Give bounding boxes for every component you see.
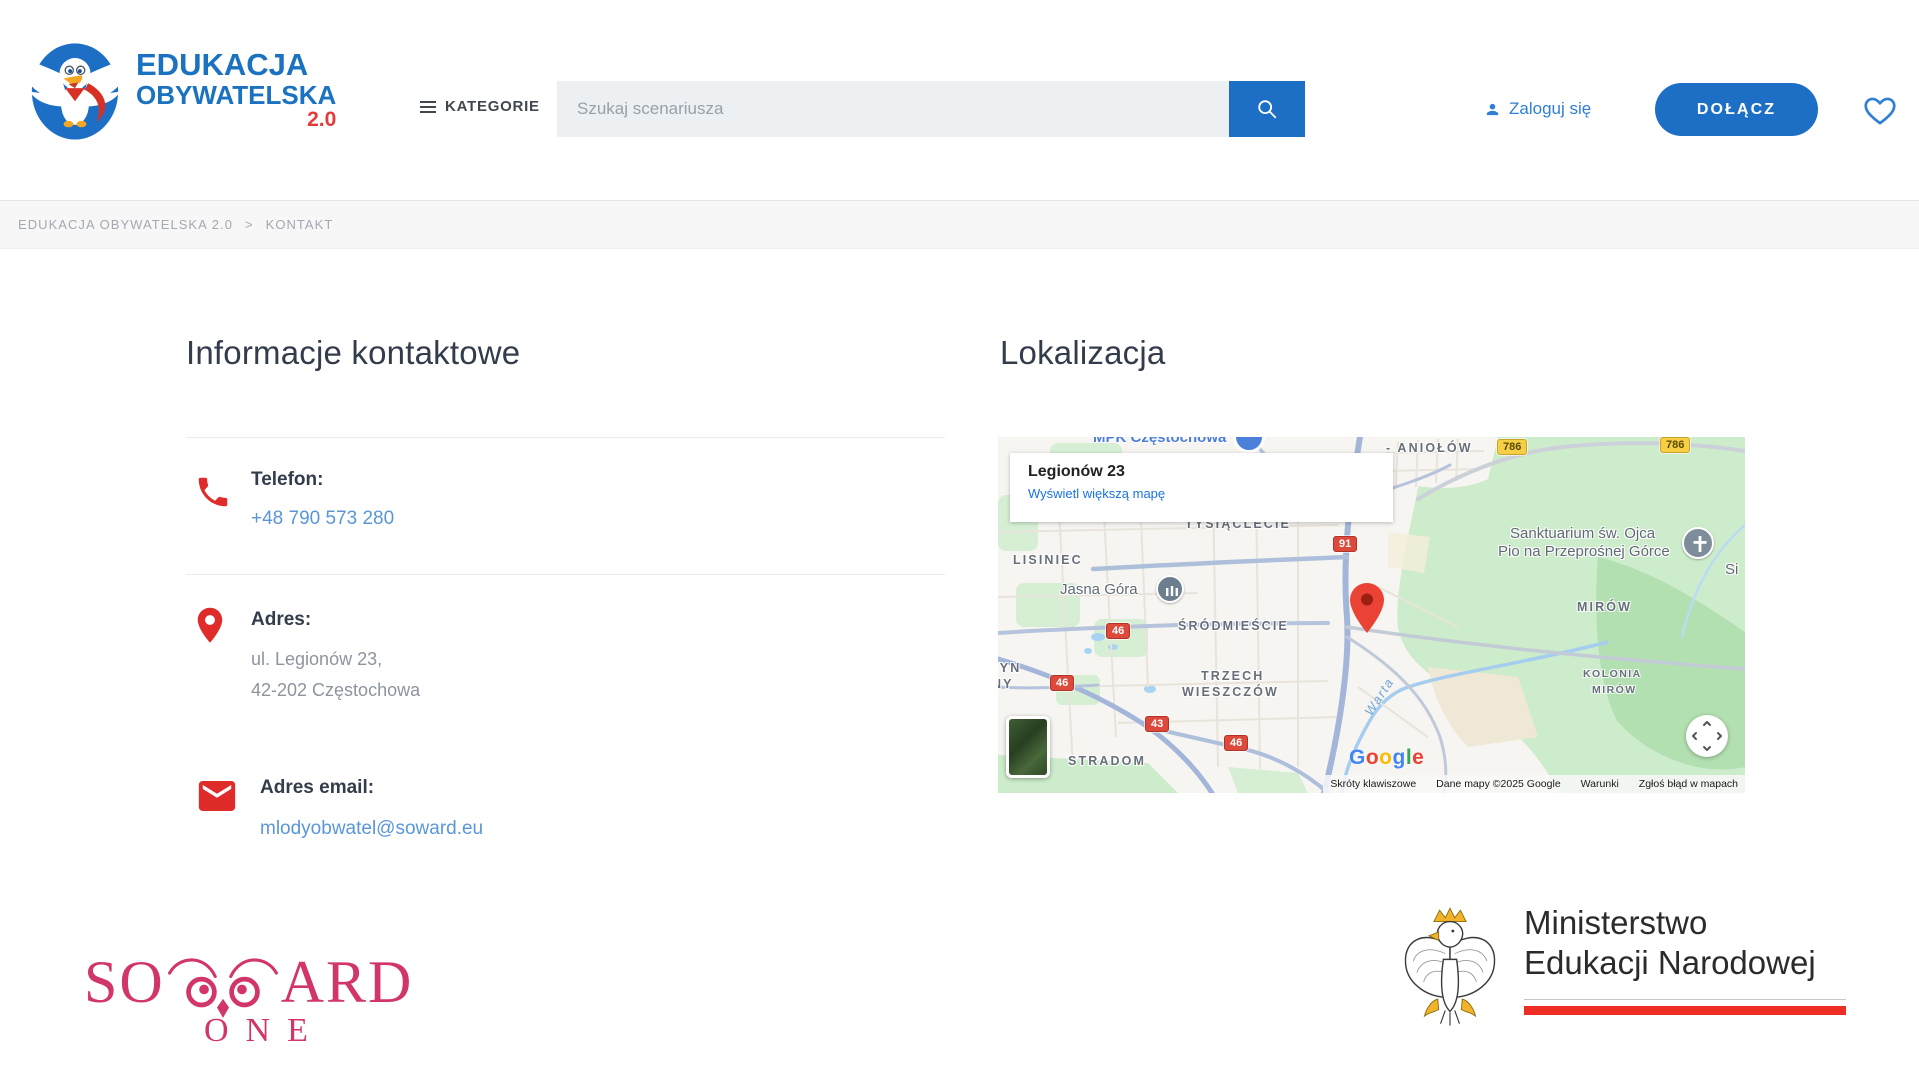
keyboard-shortcuts-link[interactable]: Skróty klawiszowe <box>1330 778 1416 790</box>
google-map-embed[interactable]: MPK Częstochowa Legionów 23 Wyświetl wię… <box>998 437 1745 793</box>
church-poi-icon <box>1682 527 1714 559</box>
search-input[interactable] <box>557 81 1229 137</box>
map-label-kolonia-mirow: MIRÓW <box>1592 683 1637 698</box>
map-label-stradom: STRADOM <box>1068 754 1146 768</box>
route-badge-43: 43 <box>1145 716 1169 732</box>
google-letter: G <box>1349 746 1366 769</box>
address-line2: 42-202 Częstochowa <box>251 680 420 701</box>
email-icon <box>198 781 236 811</box>
login-label: Zaloguj się <box>1509 99 1591 119</box>
map-label-ny: NY <box>998 677 1014 691</box>
map-marker-icon[interactable] <box>1350 583 1384 633</box>
ministry-line1: Ministerstwo <box>1524 903 1846 943</box>
terms-link[interactable]: Warunki <box>1581 778 1619 790</box>
heart-icon <box>1860 91 1900 129</box>
google-logo[interactable]: Google <box>1349 746 1424 770</box>
categories-label: KATEGORIE <box>445 98 540 115</box>
join-button[interactable]: DOŁĄCZ <box>1655 83 1818 136</box>
login-link[interactable]: Zaloguj się <box>1484 99 1591 119</box>
logo-version: 2.0 <box>136 109 336 130</box>
search-form <box>557 81 1305 137</box>
map-label-kolonia: KOLONIA <box>1583 667 1642 682</box>
poland-flag-bar <box>1524 999 1846 1015</box>
map-label-zyn: ZYN <box>998 661 1021 675</box>
satellite-view-toggle[interactable] <box>1006 716 1050 778</box>
user-icon <box>1484 101 1501 118</box>
phone-link[interactable]: +48 790 573 280 <box>251 508 394 530</box>
ministry-logo[interactable]: Ministerstwo Edukacji Narodowej <box>1398 903 1846 1029</box>
route-badge-91: 91 <box>1333 536 1357 552</box>
pan-arrows-icon <box>1686 715 1728 757</box>
google-letter: e <box>1412 746 1424 769</box>
map-data-text: Dane mapy ©2025 Google <box>1436 778 1560 790</box>
email-link[interactable]: mlodyobwatel@soward.eu <box>260 818 483 840</box>
contact-info-section: Informacje kontaktowe Telefon: +48 790 5… <box>186 340 946 940</box>
address-label: Adres: <box>251 609 311 631</box>
logo-text: EDUKACJA OBYWATELSKA 2.0 <box>136 49 336 130</box>
map-label-wieszczow: WIESZCZÓW <box>1182 685 1279 699</box>
divider <box>186 574 945 575</box>
categories-menu-button[interactable]: KATEGORIE <box>420 98 540 115</box>
soward-one-text: ONE <box>204 1012 413 1050</box>
favorites-button[interactable] <box>1860 91 1900 134</box>
soward-text-right: ARD <box>281 952 414 1012</box>
breadcrumb-current: KONTAKT <box>266 217 334 232</box>
map-label-sanktuarium-2: Pio na Przeprośnej Górce <box>1498 543 1670 560</box>
logo-line1: EDUKACJA <box>136 49 336 80</box>
report-error-link[interactable]: Zgłoś błąd w mapach <box>1639 778 1738 790</box>
menu-icon <box>420 101 436 113</box>
divider <box>186 437 945 438</box>
map-info-title: Legionów 23 <box>1028 463 1393 481</box>
map-label-mirow: MIRÓW <box>1577 600 1632 614</box>
location-title: Lokalizacja <box>1000 334 1165 372</box>
soward-text-left: SO <box>84 952 165 1012</box>
breadcrumb-home-link[interactable]: EDUKACJA OBYWATELSKA 2.0 <box>18 217 233 232</box>
google-letter: o <box>1379 746 1392 769</box>
route-badge-46: 46 <box>1224 735 1248 751</box>
map-label-jasna-gora: Jasna Góra <box>1060 581 1138 598</box>
site-logo[interactable]: EDUKACJA OBYWATELSKA 2.0 <box>18 28 336 150</box>
phone-label: Telefon: <box>251 469 323 491</box>
map-label-sanktuarium-1: Sanktuarium św. Ojca <box>1510 525 1655 542</box>
google-letter: g <box>1393 746 1406 769</box>
map-pan-control[interactable] <box>1686 715 1728 757</box>
search-button[interactable] <box>1229 81 1305 137</box>
logo-line2: OBYWATELSKA <box>136 82 336 108</box>
map-label-si: Si <box>1725 561 1738 578</box>
map-label-aniolow: - ANIOŁÓW <box>1386 441 1473 455</box>
polish-eagle-icon <box>1398 903 1502 1029</box>
contact-title: Informacje kontaktowe <box>186 334 520 372</box>
breadcrumb: EDUKACJA OBYWATELSKA 2.0 > KONTAKT <box>0 201 1919 249</box>
google-letter: o <box>1366 746 1379 769</box>
email-label: Adres email: <box>260 777 374 799</box>
ministry-line2: Edukacji Narodowej <box>1524 943 1846 983</box>
map-label-lisiniec: LISINIEC <box>1013 553 1083 567</box>
map-label-srodmiescie: ŚRÓDMIEŚCIE <box>1178 619 1289 633</box>
map-attribution: Skróty klawiszowe Dane mapy ©2025 Google… <box>1323 775 1745 793</box>
page: EDUKACJA OBYWATELSKA 2.0 KATEGORIE Zalog… <box>0 0 1919 1080</box>
view-larger-map-link[interactable]: Wyświetl większą mapę <box>1028 486 1393 501</box>
route-badge-46: 46 <box>1050 675 1074 691</box>
map-info-card: Legionów 23 Wyświetl większą mapę <box>1010 453 1393 522</box>
route-badge-46: 46 <box>1106 623 1130 639</box>
transit-poi-label: MPK Częstochowa <box>1093 437 1226 446</box>
ministry-text: Ministerstwo Edukacji Narodowej <box>1524 903 1846 1015</box>
map-label-trzech: TRZECH <box>1201 669 1264 683</box>
site-header: EDUKACJA OBYWATELSKA 2.0 KATEGORIE Zalog… <box>0 0 1919 201</box>
address-line1: ul. Legionów 23, <box>251 649 382 670</box>
phone-icon <box>194 473 232 511</box>
eagle-mascot-icon <box>18 28 132 150</box>
route-badge-786: 786 <box>1660 437 1690 453</box>
search-icon <box>1256 98 1278 120</box>
soward-one-logo[interactable]: SO ARD ONE <box>84 948 413 1050</box>
location-pin-icon <box>189 603 231 651</box>
monument-poi-icon <box>1156 575 1184 603</box>
breadcrumb-separator: > <box>245 217 254 232</box>
route-badge-786: 786 <box>1497 439 1527 455</box>
